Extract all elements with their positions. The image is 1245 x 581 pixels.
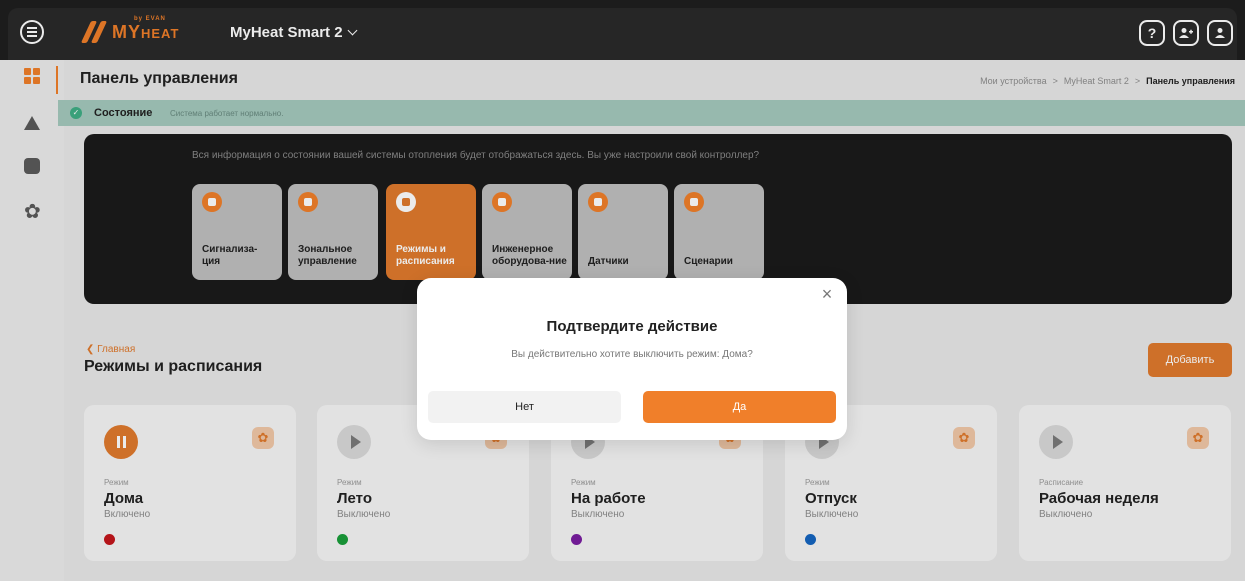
yes-button[interactable]: Да — [643, 391, 836, 423]
dialog-text: Вы действительно хотите выключить режим:… — [511, 349, 753, 360]
dialog-title: Подтвердите действие — [546, 318, 718, 335]
no-button[interactable]: Нет — [428, 391, 621, 423]
confirm-dialog: × Подтвердите действие Вы действительно … — [417, 278, 847, 440]
close-icon[interactable]: × — [819, 285, 835, 303]
